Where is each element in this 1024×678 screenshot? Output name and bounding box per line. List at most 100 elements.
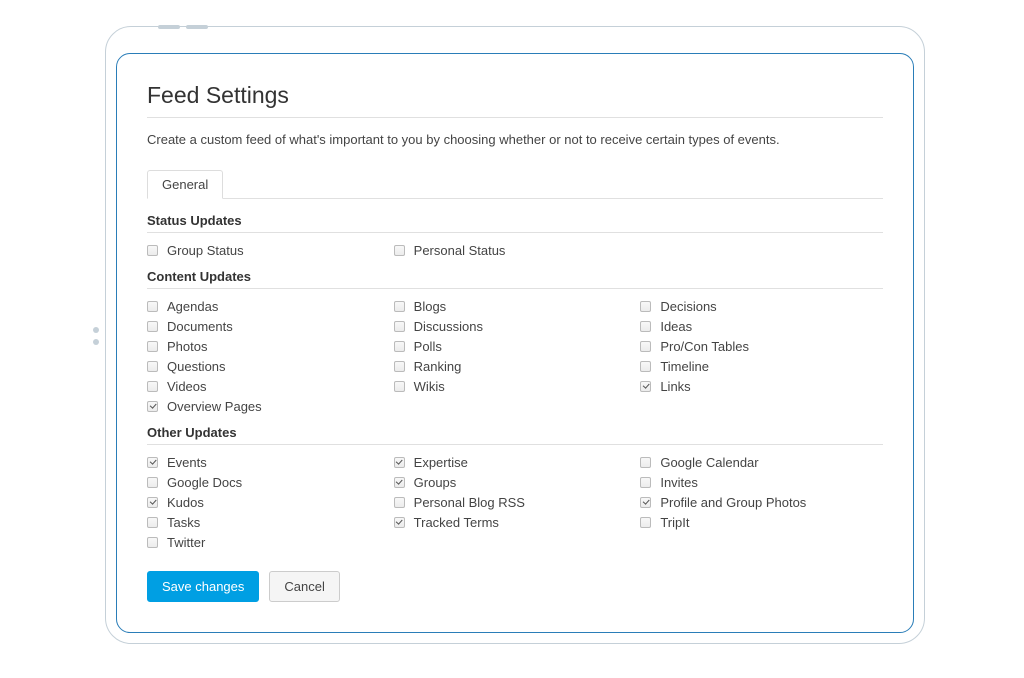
checkbox-label[interactable]: Twitter bbox=[167, 535, 205, 550]
checkbox-label[interactable]: Wikis bbox=[414, 379, 445, 394]
checkbox-label[interactable]: Discussions bbox=[414, 319, 483, 334]
checkbox-item: Kudos bbox=[147, 493, 390, 511]
checkbox-label[interactable]: Invites bbox=[660, 475, 698, 490]
checkbox-item: Groups bbox=[394, 473, 637, 491]
checkbox[interactable] bbox=[640, 497, 651, 508]
checkbox[interactable] bbox=[147, 321, 158, 332]
save-button[interactable]: Save changes bbox=[147, 571, 259, 602]
checkbox[interactable] bbox=[640, 457, 651, 468]
section-content-title: Content Updates bbox=[147, 269, 883, 289]
checkbox[interactable] bbox=[640, 301, 651, 312]
checkbox-label[interactable]: Ranking bbox=[414, 359, 462, 374]
checkbox[interactable] bbox=[640, 321, 651, 332]
checkbox-item: Timeline bbox=[640, 357, 883, 375]
checkbox-label[interactable]: Tracked Terms bbox=[414, 515, 499, 530]
checkbox[interactable] bbox=[147, 381, 158, 392]
checkbox-label[interactable]: Photos bbox=[167, 339, 207, 354]
checkbox[interactable] bbox=[394, 517, 405, 528]
page-title: Feed Settings bbox=[147, 82, 883, 109]
checkbox-item: Group Status bbox=[147, 241, 390, 259]
checkbox[interactable] bbox=[640, 341, 651, 352]
title-divider bbox=[147, 117, 883, 118]
checkbox[interactable] bbox=[147, 497, 158, 508]
checkbox-label[interactable]: Videos bbox=[167, 379, 207, 394]
checkbox[interactable] bbox=[147, 341, 158, 352]
checkbox-label[interactable]: Polls bbox=[414, 339, 442, 354]
checkbox-item: Twitter bbox=[147, 533, 390, 551]
checkbox-label[interactable]: Groups bbox=[414, 475, 457, 490]
checkbox-label[interactable]: Expertise bbox=[414, 455, 468, 470]
checkbox-item: Google Calendar bbox=[640, 453, 883, 471]
checkbox-item: Discussions bbox=[394, 317, 637, 335]
checkbox-item: Documents bbox=[147, 317, 390, 335]
checkbox[interactable] bbox=[147, 537, 158, 548]
checkbox[interactable] bbox=[147, 477, 158, 488]
checkbox-label[interactable]: Links bbox=[660, 379, 690, 394]
checkbox-label[interactable]: Blogs bbox=[414, 299, 447, 314]
checkbox-label[interactable]: Google Docs bbox=[167, 475, 242, 490]
cancel-button[interactable]: Cancel bbox=[269, 571, 339, 602]
checkbox-item: Ideas bbox=[640, 317, 883, 335]
checkbox[interactable] bbox=[147, 457, 158, 468]
checkbox-label[interactable]: Ideas bbox=[660, 319, 692, 334]
checkbox[interactable] bbox=[640, 381, 651, 392]
checkbox-label[interactable]: Documents bbox=[167, 319, 233, 334]
checkbox[interactable] bbox=[640, 477, 651, 488]
content-col-1: Agendas Documents Photos Questions Videos Ove… bbox=[147, 297, 390, 415]
checkbox-item: Wikis bbox=[394, 377, 637, 395]
device-frame: Feed Settings Create a custom feed of wh… bbox=[105, 26, 925, 644]
checkbox-label[interactable]: Personal Blog RSS bbox=[414, 495, 525, 510]
other-updates-grid: Events Google Docs Kudos Tasks Twitter Exper… bbox=[147, 453, 883, 551]
checkbox[interactable] bbox=[147, 517, 158, 528]
checkbox-label[interactable]: Google Calendar bbox=[660, 455, 758, 470]
device-notches bbox=[158, 25, 208, 29]
checkbox-label[interactable]: Tasks bbox=[167, 515, 200, 530]
page-description: Create a custom feed of what's important… bbox=[147, 132, 883, 147]
checkbox-label[interactable]: Group Status bbox=[167, 243, 244, 258]
checkbox[interactable] bbox=[394, 457, 405, 468]
checkbox[interactable] bbox=[147, 301, 158, 312]
checkbox-label[interactable]: Overview Pages bbox=[167, 399, 262, 414]
checkbox-label[interactable]: Kudos bbox=[167, 495, 204, 510]
checkbox-label[interactable]: Personal Status bbox=[414, 243, 506, 258]
checkbox-item: Google Docs bbox=[147, 473, 390, 491]
checkbox-item: Events bbox=[147, 453, 390, 471]
tab-general[interactable]: General bbox=[147, 170, 223, 199]
checkbox-label[interactable]: Timeline bbox=[660, 359, 709, 374]
checkbox-label[interactable]: Pro/Con Tables bbox=[660, 339, 749, 354]
checkbox[interactable] bbox=[640, 361, 651, 372]
checkbox[interactable] bbox=[394, 361, 405, 372]
other-col-3: Google Calendar Invites Profile and Group … bbox=[640, 453, 883, 551]
checkbox-item: Personal Status bbox=[394, 241, 637, 259]
checkbox-label[interactable]: Events bbox=[167, 455, 207, 470]
checkbox[interactable] bbox=[394, 477, 405, 488]
checkbox-item: Links bbox=[640, 377, 883, 395]
checkbox-label[interactable]: Decisions bbox=[660, 299, 716, 314]
checkbox-item: Ranking bbox=[394, 357, 637, 375]
checkbox[interactable] bbox=[394, 245, 405, 256]
section-other-title: Other Updates bbox=[147, 425, 883, 445]
checkbox-item: Agendas bbox=[147, 297, 390, 315]
checkbox[interactable] bbox=[147, 401, 158, 412]
checkbox-label[interactable]: Agendas bbox=[167, 299, 218, 314]
checkbox-item: Personal Blog RSS bbox=[394, 493, 637, 511]
screen: Feed Settings Create a custom feed of wh… bbox=[116, 53, 914, 633]
checkbox-item: Polls bbox=[394, 337, 637, 355]
checkbox[interactable] bbox=[394, 341, 405, 352]
checkbox[interactable] bbox=[394, 301, 405, 312]
checkbox[interactable] bbox=[394, 497, 405, 508]
checkbox[interactable] bbox=[394, 321, 405, 332]
checkbox[interactable] bbox=[147, 361, 158, 372]
checkbox[interactable] bbox=[147, 245, 158, 256]
tab-row: General bbox=[147, 169, 883, 199]
checkbox-item: Blogs bbox=[394, 297, 637, 315]
checkbox-label[interactable]: Questions bbox=[167, 359, 226, 374]
status-col-1: Group Status bbox=[147, 241, 390, 259]
checkbox-label[interactable]: Profile and Group Photos bbox=[660, 495, 806, 510]
checkbox-item: Photos bbox=[147, 337, 390, 355]
checkbox-label[interactable]: TripIt bbox=[660, 515, 689, 530]
checkbox-item: TripIt bbox=[640, 513, 883, 531]
checkbox[interactable] bbox=[640, 517, 651, 528]
checkbox[interactable] bbox=[394, 381, 405, 392]
status-col-3 bbox=[640, 241, 883, 259]
